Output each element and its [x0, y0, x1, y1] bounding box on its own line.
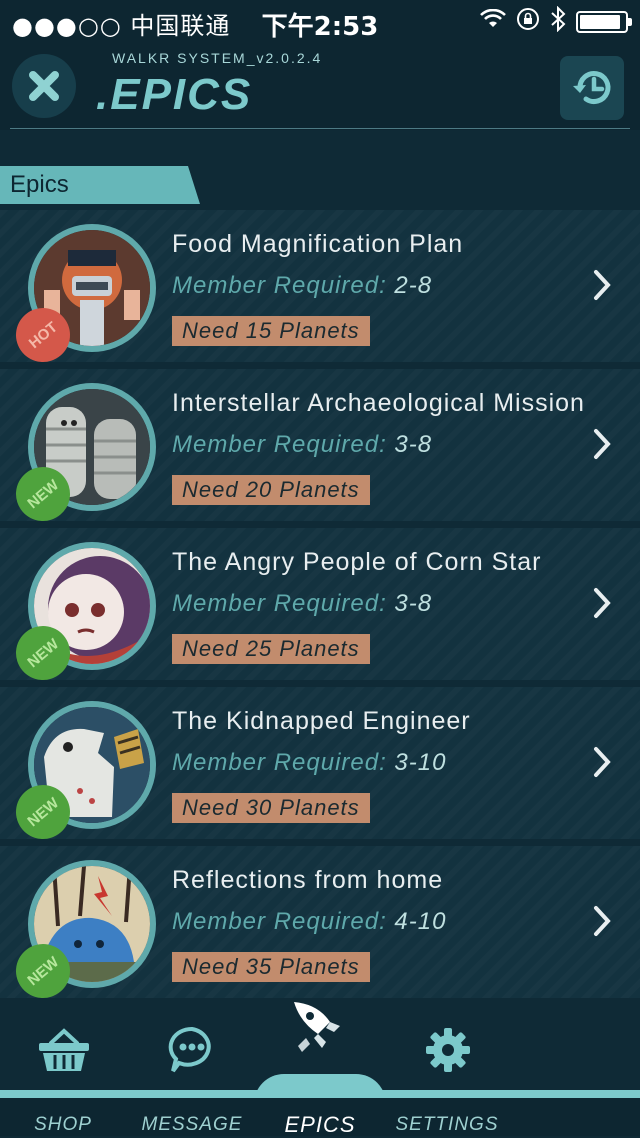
gear-icon [426, 1028, 470, 1072]
page-title: .EPICS [96, 70, 253, 119]
chevron-right-icon [594, 747, 611, 777]
tab-bar-strip [0, 1090, 640, 1098]
system-version: WALKR SYSTEM_v2.0.2.4 [112, 50, 323, 66]
tab-message[interactable] [162, 1020, 222, 1080]
bottom-tab-bar: SHOP MESSAGE EPICS SETTINGS [0, 1002, 640, 1138]
status-icons [480, 5, 632, 38]
member-range: 3-10 [394, 749, 447, 776]
history-button[interactable] [560, 56, 624, 120]
chevron-right-icon [594, 270, 611, 300]
member-required: Member Required: 2-8 [172, 272, 432, 300]
planets-needed-tag: Need 20 Planets [172, 475, 370, 505]
section-tag-epics: Epics [0, 166, 200, 204]
member-range: 2-8 [394, 272, 433, 299]
epic-title: Interstellar Archaeological Mission [172, 389, 585, 417]
close-button[interactable] [12, 54, 76, 118]
chevron-right-icon [594, 906, 611, 936]
planets-needed-tag: Need 25 Planets [172, 634, 370, 664]
epic-item-interstellar-archaeological-mission[interactable]: NEW Interstellar Archaeological Mission … [0, 369, 640, 533]
tab-settings[interactable] [418, 1020, 478, 1080]
tab-label-epics[interactable]: EPICS [284, 1112, 355, 1138]
member-label: Member Required: [172, 431, 387, 458]
chevron-right-icon [594, 588, 611, 618]
battery-level [580, 15, 620, 29]
tab-label-shop[interactable]: SHOP [34, 1114, 92, 1136]
chevron-right-icon [594, 429, 611, 459]
epic-item-reflections-from-home[interactable]: NEW Reflections from home Member Require… [0, 846, 640, 1010]
bluetooth-icon [550, 5, 566, 38]
tab-shop[interactable] [34, 1020, 94, 1080]
member-required: Member Required: 4-10 [172, 908, 446, 936]
tab-label-message[interactable]: MESSAGE [142, 1114, 243, 1136]
chat-bubble-icon [168, 1026, 211, 1073]
rotation-lock-icon [516, 7, 540, 37]
member-label: Member Required: [172, 272, 387, 299]
planets-needed-tag: Need 15 Planets [172, 316, 370, 346]
wifi-icon [480, 8, 506, 35]
member-required: Member Required: 3-8 [172, 590, 432, 618]
header-divider [10, 128, 630, 129]
member-required: Member Required: 3-10 [172, 749, 446, 777]
epic-item-food-magnification-plan[interactable]: HOT Food Magnification Plan Member Requi… [0, 210, 640, 374]
history-clock-icon [573, 71, 611, 104]
member-range: 3-8 [394, 590, 433, 617]
tab-label-settings[interactable]: SETTINGS [395, 1114, 498, 1136]
basket-icon [39, 1028, 89, 1071]
battery-icon [576, 11, 632, 33]
epic-title: Food Magnification Plan [172, 230, 464, 258]
close-x-icon [29, 71, 59, 101]
planets-needed-tag: Need 30 Planets [172, 793, 370, 823]
rocket-icon [294, 1002, 340, 1052]
member-range: 4-10 [394, 908, 447, 935]
epic-title: The Angry People of Corn Star [172, 548, 542, 576]
section-label: Epics [10, 171, 69, 198]
member-label: Member Required: [172, 908, 387, 935]
epic-title: Reflections from home [172, 866, 444, 894]
epics-list: HOT Food Magnification Plan Member Requi… [0, 210, 640, 1010]
member-label: Member Required: [172, 749, 387, 776]
epic-item-kidnapped-engineer[interactable]: NEW The Kidnapped Engineer Member Requir… [0, 687, 640, 851]
planets-needed-tag: Need 35 Planets [172, 952, 370, 982]
member-label: Member Required: [172, 590, 387, 617]
tab-epics[interactable] [288, 996, 354, 1062]
member-required: Member Required: 3-8 [172, 431, 432, 459]
status-bar: ●●●○○ 中国联通 下午2:53 [0, 0, 640, 42]
epic-item-angry-people-of-corn-star[interactable]: NEW The Angry People of Corn Star Member… [0, 528, 640, 692]
epic-title: The Kidnapped Engineer [172, 707, 471, 735]
member-range: 3-8 [394, 431, 433, 458]
header: WALKR SYSTEM_v2.0.2.4 .EPICS [0, 40, 640, 130]
